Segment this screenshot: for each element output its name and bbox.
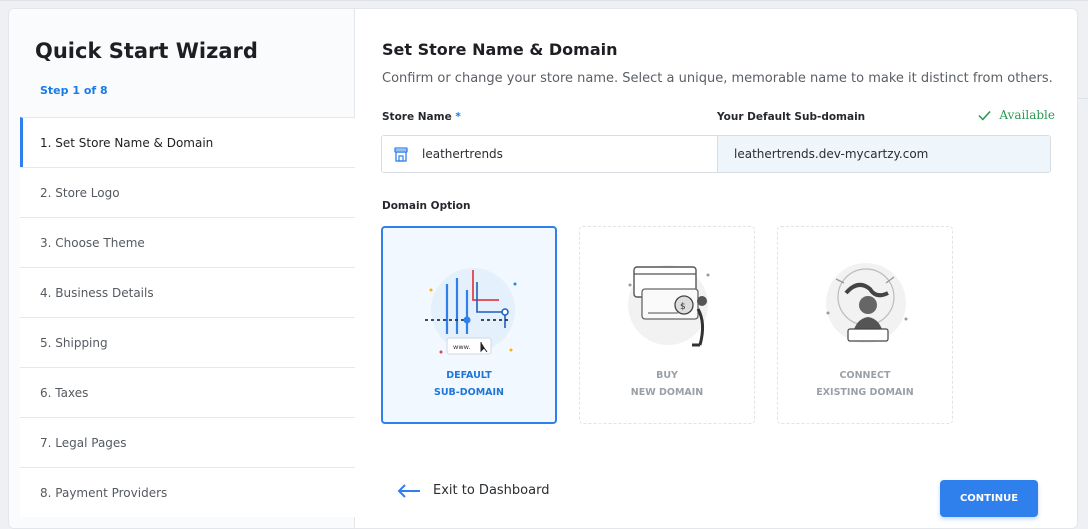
availability-text: Available bbox=[999, 108, 1055, 122]
domain-option-buy-new-domain[interactable]: $ BUY NEW DOMAIN bbox=[579, 226, 755, 424]
check-icon bbox=[978, 110, 992, 121]
arrow-left-icon bbox=[397, 483, 420, 498]
wizard-sidebar: Quick Start Wizard Step 1 of 8 1. Set St… bbox=[9, 9, 355, 528]
option-caption-line2: NEW DOMAIN bbox=[630, 387, 704, 398]
step-label: 5. Shipping bbox=[40, 335, 108, 350]
domain-option-connect-existing-domain[interactable]: CONNECT EXISTING DOMAIN bbox=[777, 226, 953, 424]
store-name-field bbox=[382, 136, 717, 172]
domain-option-default-subdomain[interactable]: www. DEFAULT SUB-DOMAIN bbox=[381, 226, 557, 424]
wizard-main-panel: Set Store Name & Domain Confirm or chang… bbox=[355, 9, 1077, 528]
exit-to-dashboard-link[interactable]: Exit to Dashboard bbox=[397, 483, 549, 498]
option-caption-line1: DEFAULT bbox=[446, 370, 492, 381]
svg-text:www.: www. bbox=[453, 343, 470, 351]
option-caption-line1: BUY bbox=[656, 370, 678, 381]
store-icon bbox=[394, 146, 408, 162]
step-item-shipping[interactable]: 5. Shipping bbox=[20, 317, 355, 367]
page-subtitle: Confirm or change your store name. Selec… bbox=[382, 71, 1053, 86]
step-label: 2. Store Logo bbox=[40, 185, 120, 200]
option-caption-line1: CONNECT bbox=[839, 370, 891, 381]
step-item-choose-theme[interactable]: 3. Choose Theme bbox=[20, 217, 355, 267]
buy-domain-illustration: $ bbox=[628, 265, 710, 347]
step-label: 4. Business Details bbox=[40, 285, 154, 300]
option-caption: CONNECT EXISTING DOMAIN bbox=[778, 367, 952, 401]
option-caption-line2: SUB-DOMAIN bbox=[434, 387, 504, 398]
store-domain-fields bbox=[381, 135, 1051, 173]
step-label: 6. Taxes bbox=[40, 385, 89, 400]
store-name-input[interactable] bbox=[422, 147, 682, 161]
page-title: Set Store Name & Domain bbox=[382, 40, 618, 59]
wizard-title: Quick Start Wizard bbox=[35, 39, 258, 63]
required-mark: * bbox=[455, 111, 461, 123]
domain-option-label: Domain Option bbox=[382, 200, 471, 212]
step-indicator: Step 1 of 8 bbox=[40, 84, 108, 97]
availability-status: Available bbox=[978, 108, 1055, 122]
svg-text:$: $ bbox=[680, 302, 686, 312]
step-label: 1. Set Store Name & Domain bbox=[40, 135, 214, 150]
option-caption-line2: EXISTING DOMAIN bbox=[816, 387, 914, 398]
option-caption: DEFAULT SUB-DOMAIN bbox=[383, 367, 555, 401]
step-item-business-details[interactable]: 4. Business Details bbox=[20, 267, 355, 317]
default-subdomain-illustration: www. bbox=[425, 268, 517, 355]
option-caption: BUY NEW DOMAIN bbox=[580, 367, 754, 401]
step-item-store-name[interactable]: 1. Set Store Name & Domain bbox=[20, 117, 355, 167]
store-name-label-text: Store Name bbox=[382, 111, 452, 123]
subdomain-input[interactable] bbox=[734, 147, 994, 161]
step-item-store-logo[interactable]: 2. Store Logo bbox=[20, 167, 355, 217]
connect-domain-illustration bbox=[826, 263, 908, 343]
step-label: 3. Choose Theme bbox=[40, 235, 145, 250]
step-item-taxes[interactable]: 6. Taxes bbox=[20, 367, 355, 417]
step-label: 8. Payment Providers bbox=[40, 485, 168, 500]
step-label: 7. Legal Pages bbox=[40, 435, 127, 450]
exit-label: Exit to Dashboard bbox=[433, 483, 550, 498]
quick-start-wizard-modal: Quick Start Wizard Step 1 of 8 1. Set St… bbox=[8, 8, 1078, 529]
subdomain-label: Your Default Sub-domain bbox=[717, 111, 866, 123]
store-name-label: Store Name * bbox=[382, 111, 461, 123]
step-list: 1. Set Store Name & Domain 2. Store Logo… bbox=[20, 117, 355, 517]
step-item-legal-pages[interactable]: 7. Legal Pages bbox=[20, 417, 355, 467]
step-item-payment-providers[interactable]: 8. Payment Providers bbox=[20, 467, 355, 517]
domain-option-group: www. DEFAULT SUB-DOMAIN $ BUY NEW DOMAIN… bbox=[381, 226, 953, 424]
continue-button[interactable]: CONTINUE bbox=[940, 480, 1038, 517]
subdomain-field bbox=[717, 136, 1050, 172]
